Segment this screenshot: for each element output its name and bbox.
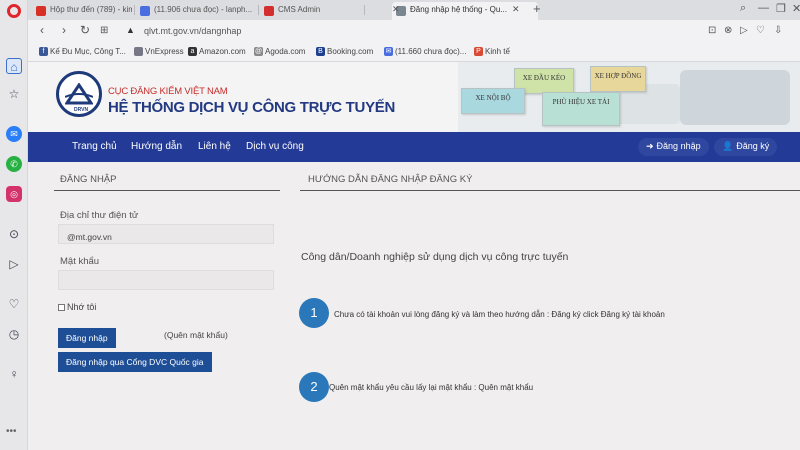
nav-guide[interactable]: Hướng dẫn [131,141,182,152]
browser-tab[interactable]: CMS Admin [260,2,360,20]
national-portal-login-button[interactable]: Đăng nhập qua Cổng DVC Quốc gia [58,352,212,372]
send-icon[interactable]: ▷ [740,25,748,36]
password-label: Mật khẩu [60,256,100,267]
checkbox-icon[interactable] [58,304,65,311]
booking-icon: B [316,47,325,56]
history-icon[interactable]: ⊙ [6,226,22,242]
logo-text: DRVN [74,107,89,113]
home-icon[interactable]: ⌂ [6,58,22,74]
login-button[interactable]: Đăng nhập [58,328,116,348]
step-text: Chưa có tài khoản vui lòng đăng ký và là… [334,310,665,319]
cms-icon [264,6,274,16]
new-tab-icon[interactable]: + [533,1,541,16]
main-nav: Trang chủ Hướng dẫn Liên hệ Dịch vụ công… [28,132,800,162]
email-label: Địa chỉ thư điện tử [60,210,139,221]
step-number: 1 [299,298,329,328]
bookmark-item[interactable]: P Kinh tế [474,47,510,56]
tab-label: (11.906 chưa đọc) - lanph... [154,5,253,14]
tab-strip: Hộp thư đến (789) - kimb... (11.906 chưa… [28,0,800,20]
messenger-icon[interactable]: ✉ [6,126,22,142]
clock-icon[interactable]: ◷ [6,326,22,342]
page-icon [134,47,143,56]
bookmark-item[interactable]: ✉ (11.660 chưa đọc)... [384,47,466,56]
instagram-icon[interactable]: ◎ [6,186,22,202]
close-tab-icon[interactable]: ✕ [512,4,520,15]
divider [54,190,280,191]
site-subtitle: CỤC ĐĂNG KIỂM VIỆT NAM [108,86,228,97]
mail-icon [140,6,150,16]
logo-mark-icon [65,83,93,105]
tabs-grid-icon[interactable]: ⊞ [100,25,108,36]
bookmark-item[interactable]: @ Agoda.com [254,47,305,56]
guide-heading: HƯỚNG DẪN ĐĂNG NHẬP ĐĂNG KÝ [308,174,473,185]
main-content: ĐĂNG NHẬP Địa chỉ thư điện tử Mật khẩu N… [28,162,800,450]
step-number: 2 [299,372,329,402]
address-bar-row: ‹ › ↻ ⊞ ▲ qlvt.mt.gov.vn/dangnhap ⊡ ⊗ ▷ … [28,20,800,43]
tab-label: CMS Admin [278,5,321,14]
agoda-icon: @ [254,47,263,56]
plate-badge: XE HỢP ĐỒNG [590,66,646,92]
bookmark-item[interactable]: f Kế Đu Mục, Công T... [39,47,126,56]
maximize-icon[interactable]: ❐ [776,2,786,15]
download-icon[interactable]: ⇩ [774,25,782,36]
nav-home[interactable]: Trang chủ [72,141,117,152]
login-icon: ➜ [646,141,654,151]
tips-icon[interactable]: ♀ [6,366,22,382]
remember-checkbox[interactable]: Nhớ tôi [58,302,96,312]
tab-label: Hộp thư đến (789) - kimb... [50,5,132,14]
site-header: DRVN CỤC ĐĂNG KIỂM VIỆT NAM HỆ THỐNG DỊC… [28,62,800,132]
password-field[interactable] [58,270,274,290]
not-secure-icon[interactable]: ▲ [126,25,135,35]
player-icon[interactable]: ▷ [6,256,22,272]
news-icon: P [474,47,483,56]
camera-icon[interactable]: ⊡ [708,25,716,36]
adblock-icon[interactable]: ⊗ [724,25,732,36]
bookmark-item[interactable]: a Amazon.com [188,47,246,56]
favorites-icon[interactable]: ♡ [6,296,22,312]
browser-sidebar: ⌂ ☆ ✉ ✆ ◎ ⊙ ▷ ♡ ◷ ♀ ••• [0,0,28,450]
amazon-icon: a [188,47,197,56]
url-field[interactable]: qlvt.mt.gov.vn/dangnhap [144,26,241,36]
close-tab-icon[interactable]: ✕ [392,4,400,15]
add-user-icon: 👤 [722,141,734,151]
forgot-password-link[interactable]: (Quên mật khẩu) [164,330,228,340]
login-heading: ĐĂNG NHẬP [60,174,117,185]
nav-public-services[interactable]: Dịch vụ công [246,141,304,152]
tab-label: Đăng nhập hệ thống - Qu... [410,5,507,14]
reload-icon[interactable]: ↻ [80,23,90,37]
guide-intro: Công dân/Doanh nghiệp sử dụng dịch vụ cô… [301,251,569,263]
bookmark-icon[interactable]: ☆ [6,86,22,102]
nav-contact[interactable]: Liên hệ [198,141,231,152]
drvn-logo[interactable]: DRVN [56,71,102,117]
browser-tab[interactable]: Hộp thư đến (789) - kimb... [32,2,132,20]
more-icon[interactable]: ••• [6,426,17,437]
plate-badge: PHÙ HIỆU XE TẢI [542,92,620,126]
minimize-icon[interactable]: — [758,2,769,14]
step-text: Quên mật khẩu yêu cầu lấy lại mật khẩu :… [329,383,534,392]
whatsapp-icon[interactable]: ✆ [6,156,22,172]
bookmarks-bar: f Kế Đu Mục, Công T... VnExpress a Amazo… [28,43,800,62]
email-field[interactable] [58,224,274,244]
divider [300,190,800,191]
plate-badge: XE NỘI BỘ [461,88,525,114]
forward-icon[interactable]: › [62,23,66,37]
bookmark-item[interactable]: VnExpress [134,47,184,56]
truck-image [680,70,790,125]
browser-tab[interactable]: (11.906 chưa đọc) - lanph... [136,2,254,20]
mail-icon: ✉ [384,47,393,56]
facebook-icon: f [39,47,48,56]
opera-logo-icon[interactable] [7,4,21,18]
heart-icon[interactable]: ♡ [756,25,765,36]
close-icon[interactable]: ✕ [792,2,800,15]
site-title: HỆ THỐNG DỊCH VỤ CÔNG TRỰC TUYẾN [108,99,396,116]
back-icon[interactable]: ‹ [40,23,44,37]
search-tabs-icon[interactable]: ⌕ [740,2,746,15]
register-nav-button[interactable]: 👤 Đăng ký [714,138,778,156]
bookmark-item[interactable]: B Booking.com [316,47,373,56]
login-nav-button[interactable]: ➜ Đăng nhập [638,138,709,156]
gmail-icon [36,6,46,16]
